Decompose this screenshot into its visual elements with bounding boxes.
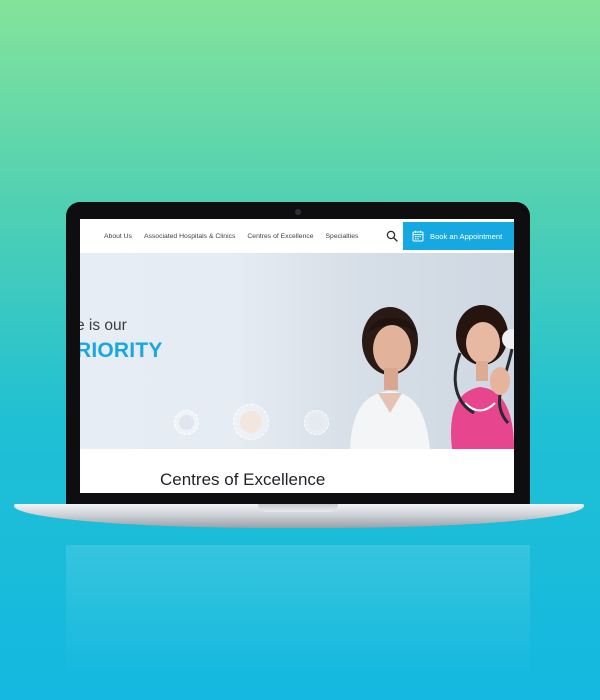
hero-banner: e is our RIORITY bbox=[80, 253, 514, 449]
main-nav: About Us Associated Hospitals & Clinics … bbox=[104, 219, 358, 253]
nav-centres-of-excellence[interactable]: Centres of Excellence bbox=[247, 233, 313, 240]
website-screen: About Us Associated Hospitals & Clinics … bbox=[80, 219, 514, 493]
hero-thumbnail-1[interactable] bbox=[174, 410, 199, 435]
hero-heading-line2: RIORITY bbox=[80, 339, 163, 362]
laptop-mockup: About Us Associated Hospitals & Clinics … bbox=[0, 0, 600, 700]
site-header: About Us Associated Hospitals & Clinics … bbox=[80, 219, 514, 253]
laptop-reflection bbox=[66, 545, 530, 675]
book-appointment-button[interactable]: Book an Appointment bbox=[403, 222, 514, 250]
webcam bbox=[295, 209, 301, 215]
nav-specialties[interactable]: Specialties bbox=[326, 233, 359, 240]
hero-heading-line1: e is our bbox=[80, 317, 127, 334]
nav-associated-hospitals[interactable]: Associated Hospitals & Clinics bbox=[144, 233, 235, 240]
nav-about-us[interactable]: About Us bbox=[104, 233, 132, 240]
calendar-icon bbox=[412, 230, 424, 242]
book-appointment-label: Book an Appointment bbox=[430, 231, 503, 241]
laptop-base-notch bbox=[258, 504, 338, 512]
hero-photo-doctor-and-child bbox=[350, 305, 514, 449]
search-icon[interactable] bbox=[386, 230, 398, 242]
centres-of-excellence-heading: Centres of Excellence bbox=[160, 470, 326, 489]
